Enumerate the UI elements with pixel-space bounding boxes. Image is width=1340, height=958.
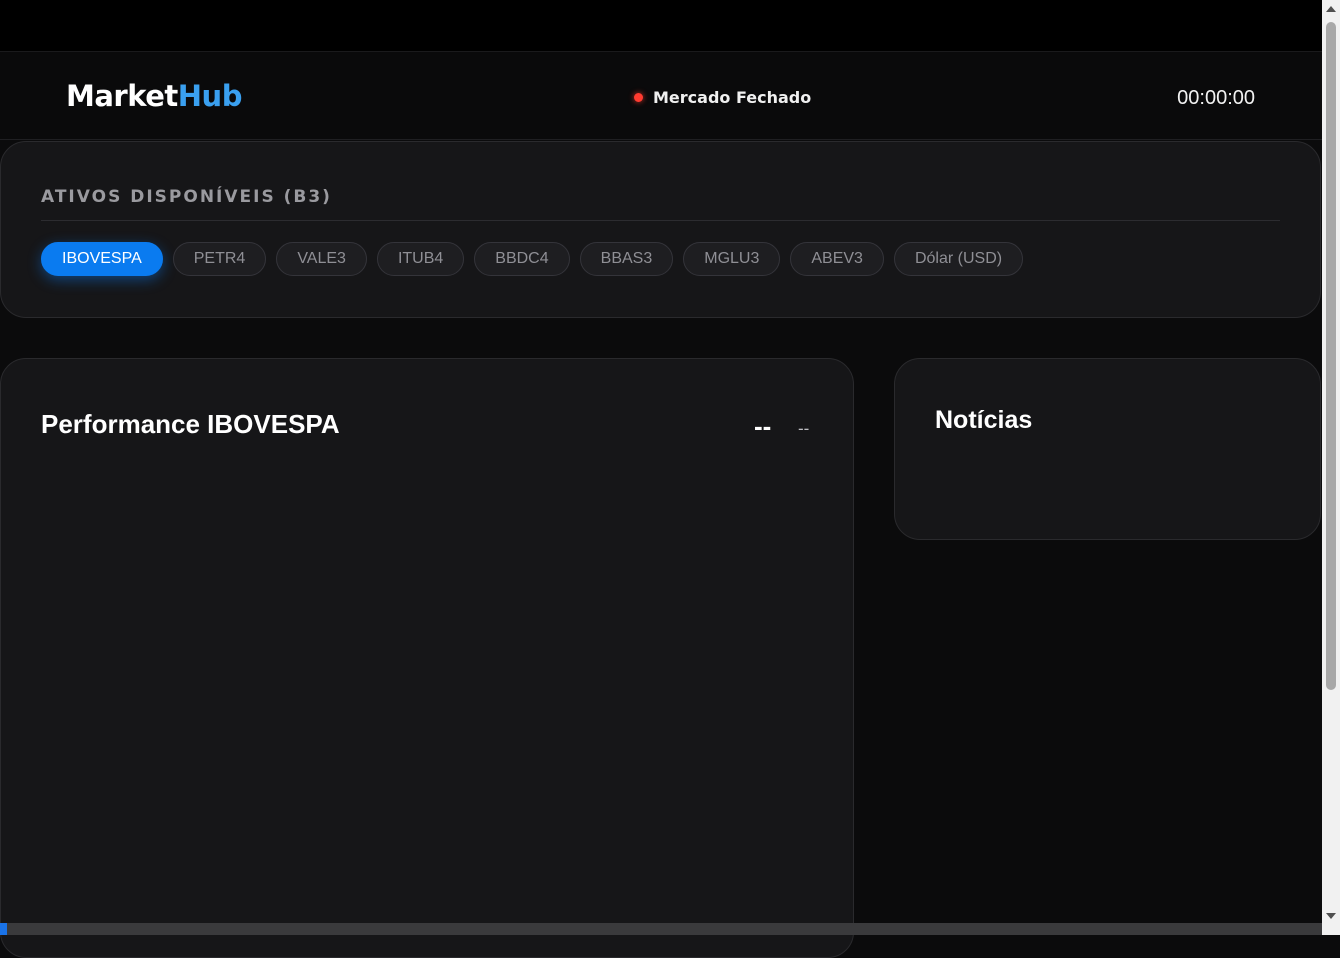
- assets-panel: ATIVOS DISPONÍVEIS (B3) IBOVESPA PETR4 V…: [0, 141, 1321, 318]
- loading-bar: [0, 923, 1322, 935]
- market-status-label: Mercado Fechado: [653, 88, 811, 107]
- asset-chip-list: IBOVESPA PETR4 VALE3 ITUB4 BBDC4 BBAS3 M…: [41, 242, 1023, 276]
- status-dot-icon: [634, 93, 643, 102]
- performance-change: --: [798, 419, 809, 439]
- performance-value: --: [754, 411, 771, 442]
- asset-chip-vale3[interactable]: VALE3: [276, 242, 367, 276]
- asset-chip-petr4[interactable]: PETR4: [173, 242, 267, 276]
- asset-chip-abev3[interactable]: ABEV3: [790, 242, 884, 276]
- scroll-down-arrow-icon[interactable]: [1326, 913, 1336, 919]
- news-title: Notícias: [935, 406, 1032, 435]
- asset-chip-ibovespa[interactable]: IBOVESPA: [41, 242, 163, 276]
- performance-panel: Performance IBOVESPA -- --: [0, 358, 854, 958]
- clock: 00:00:00: [1177, 87, 1255, 110]
- asset-chip-mglu3[interactable]: MGLU3: [683, 242, 780, 276]
- divider: [41, 220, 1280, 221]
- market-status: Mercado Fechado: [634, 88, 811, 107]
- logo-text-market: Market: [66, 79, 178, 113]
- vertical-scrollbar[interactable]: [1322, 0, 1340, 935]
- asset-chip-itub4[interactable]: ITUB4: [377, 242, 464, 276]
- scroll-up-arrow-icon[interactable]: [1326, 6, 1336, 12]
- logo[interactable]: MarketHub: [66, 79, 242, 113]
- asset-chip-bbas3[interactable]: BBAS3: [580, 242, 674, 276]
- news-panel: Notícias: [894, 358, 1321, 540]
- scrollbar-thumb[interactable]: [1326, 22, 1336, 690]
- loading-bar-progress: [0, 923, 7, 935]
- app-header: MarketHub Mercado Fechado 00:00:00: [0, 51, 1322, 140]
- logo-text-hub: Hub: [178, 79, 242, 113]
- asset-chip-dolar[interactable]: Dólar (USD): [894, 242, 1023, 276]
- assets-title: ATIVOS DISPONÍVEIS (B3): [41, 187, 332, 207]
- performance-title: Performance IBOVESPA: [41, 409, 340, 440]
- top-strip: [0, 0, 1322, 51]
- asset-chip-bbdc4[interactable]: BBDC4: [474, 242, 569, 276]
